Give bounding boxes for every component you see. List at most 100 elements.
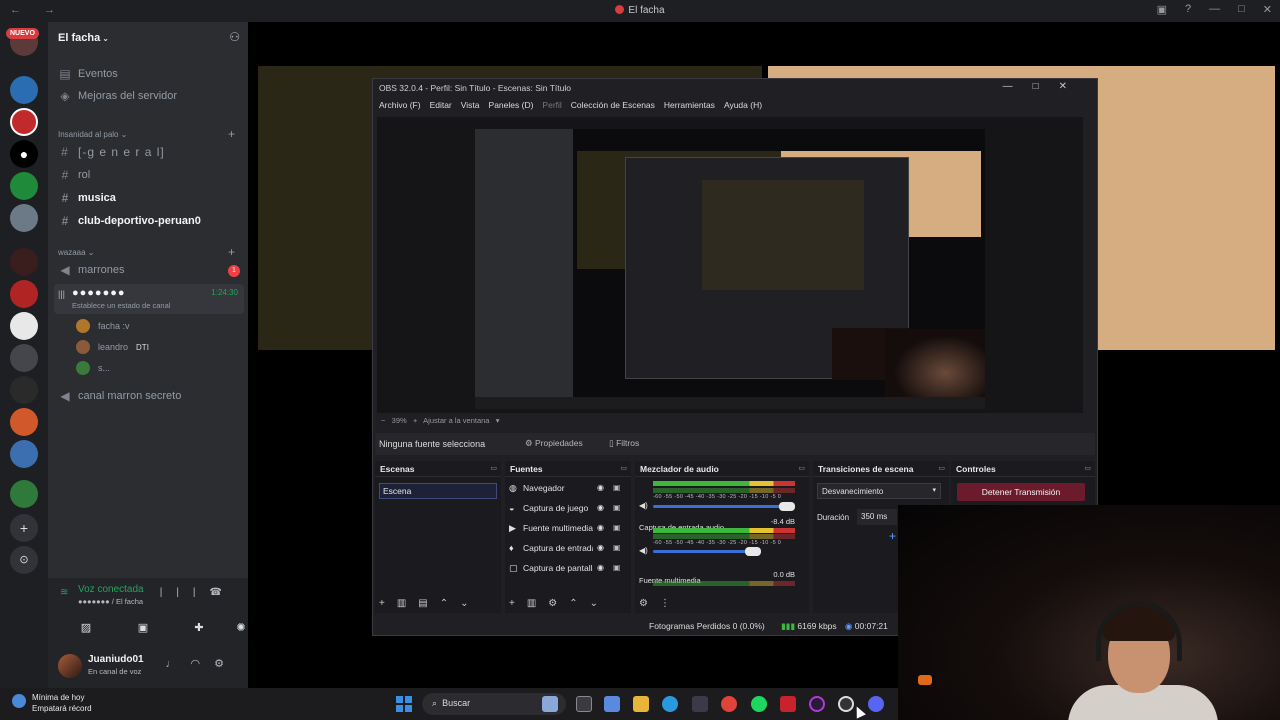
voice-member[interactable]: facha :v [76,317,130,335]
camera-off-button[interactable]: ▨ [66,617,106,639]
lock-icon[interactable]: ▣ [613,523,621,532]
eye-icon[interactable]: ◉ [597,543,604,552]
maximize-icon[interactable]: □ [1238,3,1245,16]
obs-preview-canvas[interactable] [377,117,1083,413]
menu-coleccion[interactable]: Colección de Escenas [571,100,655,112]
weather-widget[interactable]: Mínima de hoy Empatará récord [12,692,92,714]
undock-icon[interactable]: ▭ [1084,464,1091,472]
close-icon[interactable]: ✕ [1263,3,1272,16]
transition-select[interactable]: Desvanecimiento ▾ [817,483,941,499]
help-icon[interactable]: ? [1185,3,1191,16]
apple-icon[interactable]: ● [10,140,38,168]
scene-filter-icon[interactable]: ▤ [418,598,439,609]
more-icon[interactable]: ⋮ [660,598,682,609]
server-icon-6[interactable] [10,204,38,232]
server-icon-8[interactable] [10,280,38,308]
down-icon[interactable]: ⌄ [590,598,610,609]
menu-paneles[interactable]: Paneles (D) [489,100,534,112]
discord-icon[interactable] [868,696,884,712]
trash-icon[interactable]: ▥ [397,598,418,609]
menu-archivo[interactable]: Archivo (F) [379,100,421,112]
lock-icon[interactable]: ▣ [613,543,621,552]
soundboard-button[interactable]: ✺ [234,617,248,639]
menu-perfil[interactable]: Perfil [542,100,561,112]
capcut-icon[interactable] [780,696,796,712]
undock-icon[interactable]: ▭ [490,464,497,472]
category-wazaaa[interactable]: wazaaa ⌄ + [58,245,235,259]
obs-icon[interactable] [838,696,854,712]
windows-start-icon[interactable] [396,696,412,712]
menu-vista[interactable]: Vista [461,100,480,112]
boosts-link[interactable]: ◈ Mejoras del servidor [56,86,242,106]
server-header[interactable]: El facha ⌄ ⚇ [48,22,248,54]
server-icon-11[interactable] [10,376,38,404]
gear-icon[interactable]: ⚙ [214,658,238,670]
slider-knob[interactable] [745,547,761,556]
source-item[interactable]: ◒ Captura de juego ◉ ▣ [509,503,629,519]
add-transition-icon[interactable]: + [889,529,896,543]
category-insanidad[interactable]: Insanidad al palo ⌄ + [58,127,235,141]
lock-icon[interactable]: ▣ [613,503,621,512]
headphones-icon[interactable]: ◠ [191,658,215,670]
maximize-icon[interactable]: □ [1033,81,1059,92]
slider-knob[interactable] [779,502,795,511]
channel-musica[interactable]: # musica [56,188,242,208]
voice-channel-marrones[interactable]: ◀ marrones [56,260,242,280]
zoom-out-icon[interactable]: − [381,416,385,425]
source-item[interactable]: ♦ Captura de entrada ◉ ▣ [509,543,629,559]
zoom-in-icon[interactable]: + [413,416,417,425]
store-icon[interactable] [692,696,708,712]
menu-ayuda[interactable]: Ayuda (H) [724,100,762,112]
speaker-icon[interactable]: ◀) [639,546,648,555]
folder-icon[interactable] [633,696,649,712]
task-view-icon[interactable] [576,696,592,712]
menu-editar[interactable]: Editar [430,100,452,112]
undock-icon[interactable]: ▭ [620,464,627,472]
opera-icon[interactable] [809,696,825,712]
add-icon[interactable]: + [509,598,527,609]
volume-slider[interactable] [653,502,795,511]
eye-icon[interactable]: ◉ [597,563,604,572]
server-icon-13[interactable] [10,440,38,468]
voice-channel-active[interactable]: ||| ●●●●●●● 1:24:30 Establece un estado … [54,284,244,314]
close-icon[interactable]: ✕ [1059,81,1087,92]
edge-icon[interactable] [662,696,678,712]
properties-button[interactable]: ⚙ Propiedades [525,438,583,449]
channel-club-deportivo[interactable]: # club-deportivo-peruan0 [56,211,242,231]
source-item[interactable]: ◍ Navegador ◉ ▣ [509,483,629,499]
server-icon-14[interactable] [10,480,38,508]
volume-slider[interactable] [653,547,761,556]
speaker-icon[interactable]: ◀) [639,501,648,510]
server-icon-5[interactable] [10,172,38,200]
filters-button[interactable]: ▯ Filtros [609,438,639,449]
gear-icon[interactable]: ⚙ [548,598,569,609]
gear-icon[interactable]: ⚙ [639,598,660,609]
skull-icon[interactable] [10,312,38,340]
fit-window-label[interactable]: Ajustar a la ventana [423,416,489,425]
server-icon-3[interactable] [10,108,38,136]
scene-item[interactable]: Escena [379,483,497,499]
stop-stream-button[interactable]: Detener Transmisión [957,483,1085,501]
eye-icon[interactable]: ◉ [597,503,604,512]
noise-icon[interactable]: ||| [160,587,210,598]
app-icon-1[interactable] [542,696,558,712]
server-icon-12[interactable] [10,408,38,436]
voice-channel-secreto[interactable]: ◀ canal marron secreto [56,386,242,406]
trash-icon[interactable]: ▥ [527,598,548,609]
activities-button[interactable]: ✚ [179,617,219,639]
spotify-icon[interactable] [751,696,767,712]
channel-general[interactable]: # [-g e n e r a l] [56,142,242,162]
minimize-icon[interactable]: — [1209,3,1220,16]
server-icon-2[interactable] [10,76,38,104]
add-icon[interactable]: + [379,598,397,609]
voice-member[interactable]: leandro DTI [76,338,149,356]
lock-icon[interactable]: ▣ [613,563,621,572]
eye-icon[interactable]: ◉ [597,483,604,492]
voice-member[interactable]: s... [76,359,110,377]
minimize-icon[interactable]: — [1003,81,1033,92]
add-server-icon[interactable]: + [10,514,38,542]
events-link[interactable]: ▤ Eventos [56,64,242,84]
disconnect-icon[interactable]: ☎ [210,587,236,598]
avatar[interactable] [58,654,82,678]
server-icon-7[interactable] [10,248,38,276]
